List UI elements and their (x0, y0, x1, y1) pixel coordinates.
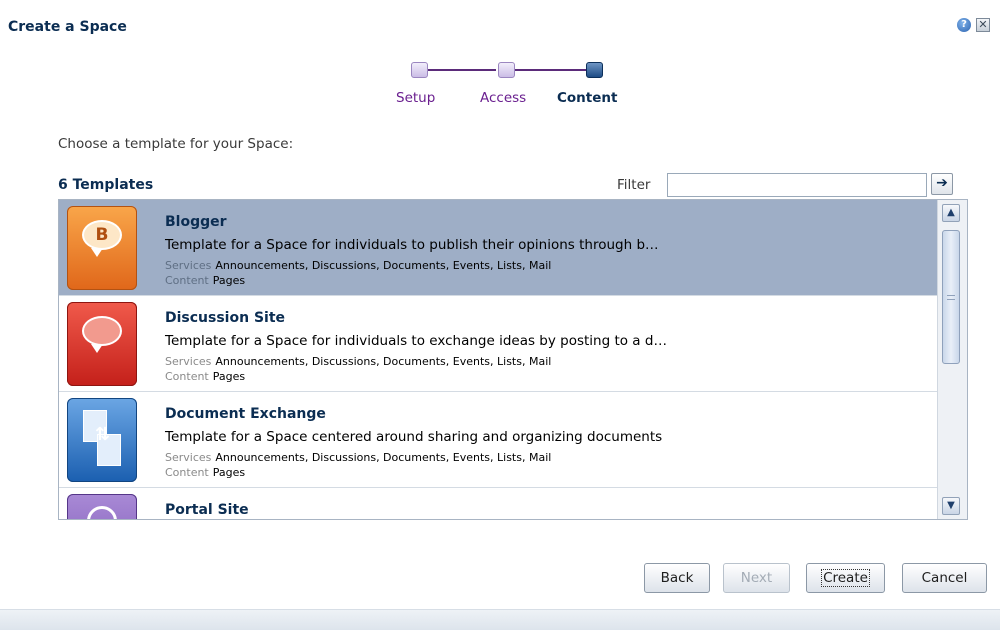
footer-bar (0, 609, 1000, 630)
document-exchange-icon: ⇅ (67, 398, 137, 482)
chevron-down-icon: ▼ (947, 500, 955, 511)
step-content-marker (586, 62, 603, 78)
template-services: Services Announcements, Discussions, Docu… (165, 355, 552, 368)
template-name: Discussion Site (165, 310, 286, 326)
arrow-right-icon: ➔ (936, 175, 948, 191)
template-list: B Blogger Template for a Space for indiv… (58, 199, 968, 520)
dialog-title: Create a Space (8, 19, 127, 35)
template-services: Services Announcements, Discussions, Docu… (165, 259, 552, 272)
template-row-discussion-site[interactable]: Discussion Site Template for a Space for… (59, 296, 937, 392)
template-content: Content Pages (165, 466, 246, 479)
help-icon[interactable]: ? (957, 18, 971, 32)
template-description: Template for a Space centered around sha… (165, 429, 663, 445)
list-scrollbar[interactable]: ▲ ▼ (937, 200, 967, 519)
filter-label: Filter (617, 177, 651, 193)
template-row-document-exchange[interactable]: ⇅ Document Exchange Template for a Space… (59, 392, 937, 488)
template-name: Blogger (165, 214, 227, 230)
step-access-label[interactable]: Access (480, 90, 526, 106)
step-setup-label[interactable]: Setup (396, 90, 435, 106)
discussion-bubble-icon (67, 302, 137, 386)
filter-input[interactable] (667, 173, 927, 197)
template-name: Document Exchange (165, 406, 326, 422)
train-connector (426, 69, 496, 71)
chevron-up-icon: ▲ (947, 207, 955, 218)
template-description: Template for a Space for individuals to … (165, 333, 667, 349)
template-content: Content Pages (165, 370, 246, 383)
templates-count: 6 Templates (58, 177, 154, 193)
back-button[interactable]: Back (644, 563, 710, 593)
template-description: Template for a Space for individuals to … (165, 237, 659, 253)
step-access-marker[interactable] (498, 62, 515, 78)
portal-clock-icon (67, 494, 137, 519)
scroll-up-button[interactable]: ▲ (942, 204, 960, 222)
step-content-label: Content (557, 90, 618, 106)
scroll-thumb[interactable] (942, 230, 960, 364)
blog-bubble-icon: B (67, 206, 137, 290)
create-space-dialog: Create a Space ? ✕ Setup Access Content … (0, 0, 1000, 630)
template-prompt: Choose a template for your Space: (58, 136, 294, 152)
step-setup-marker[interactable] (411, 62, 428, 78)
create-button[interactable]: Create (806, 563, 885, 593)
template-row-portal-site[interactable]: Portal Site (59, 488, 937, 519)
template-name: Portal Site (165, 502, 249, 518)
template-services: Services Announcements, Discussions, Docu… (165, 451, 552, 464)
filter-go-button[interactable]: ➔ (931, 173, 953, 195)
template-content: Content Pages (165, 274, 246, 287)
train-connector (514, 69, 587, 71)
template-row-blogger[interactable]: B Blogger Template for a Space for indiv… (59, 200, 937, 296)
next-button[interactable]: Next (723, 563, 790, 593)
scroll-down-button[interactable]: ▼ (942, 497, 960, 515)
cancel-button[interactable]: Cancel (902, 563, 987, 593)
close-icon[interactable]: ✕ (976, 18, 990, 32)
